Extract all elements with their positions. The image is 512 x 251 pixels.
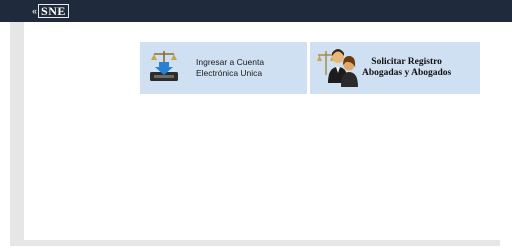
top-header-bar: « SNE [0, 0, 512, 22]
solicitar-label-line1: Solicitar Registro [371, 57, 442, 67]
ingresar-label: Ingresar a Cuenta Electrónica Unica [196, 57, 264, 79]
ingresar-cuenta-button[interactable]: Ingresar a Cuenta Electrónica Unica [140, 42, 307, 94]
ingresar-label-line2: Electrónica Unica [196, 68, 263, 78]
solicitar-registro-button[interactable]: Solicitar Registro Abogadas y Abogados [310, 42, 480, 94]
lawyers-scales-icon [316, 43, 360, 94]
logo-mark: « [32, 5, 38, 16]
solicitar-label-line2: Abogadas y Abogados [362, 68, 452, 78]
logo-text: SNE [38, 4, 69, 18]
page-shadow-left [10, 22, 24, 244]
scales-download-inbox-icon [146, 48, 182, 89]
sne-logo[interactable]: « SNE [32, 4, 69, 18]
ingresar-label-line1: Ingresar a Cuenta [196, 57, 265, 67]
solicitar-label: Solicitar Registro Abogadas y Abogados [362, 57, 451, 79]
page-shadow-bottom [10, 240, 500, 246]
